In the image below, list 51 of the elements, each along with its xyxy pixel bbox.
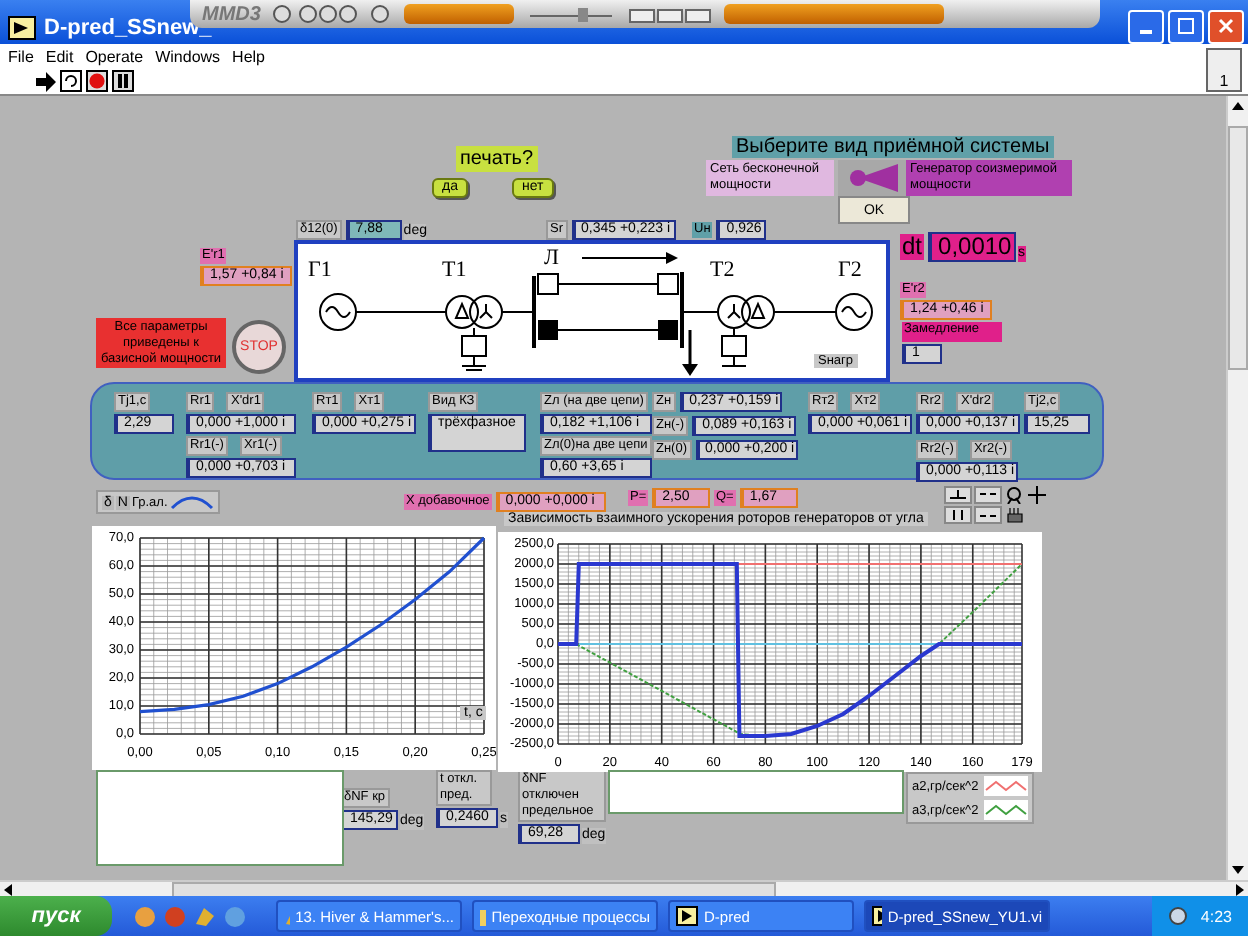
- stop-icon[interactable]: [86, 70, 108, 92]
- clock: 4:23: [1200, 907, 1232, 925]
- load-arrow: [682, 330, 698, 376]
- horizontal-scrollbar[interactable]: [0, 880, 1248, 896]
- numeric-field[interactable]: 0,0010: [928, 232, 1017, 262]
- tray-icon[interactable]: [1168, 906, 1189, 926]
- field-label: dt: [900, 234, 925, 260]
- quick-launch-icon[interactable]: [194, 905, 216, 927]
- scheme-label: Г1: [308, 258, 332, 282]
- x-format-icon[interactable]: [974, 486, 1002, 504]
- display-panel: [404, 4, 515, 24]
- vi-icon: [872, 906, 882, 926]
- line-style-icon: [984, 800, 1029, 820]
- pause-icon[interactable]: [112, 70, 134, 92]
- menu-item[interactable]: Operate: [85, 47, 144, 65]
- scheme-label: Т2: [710, 258, 735, 282]
- scheme-label: Л: [544, 246, 559, 270]
- page-indicator[interactable]: 1: [1206, 48, 1242, 92]
- vi-icon: [676, 906, 698, 926]
- mode-buttons-icon: [628, 4, 713, 24]
- folder-icon: [480, 907, 486, 925]
- y-scale-icon[interactable]: [944, 506, 972, 524]
- menu-item[interactable]: File: [8, 47, 34, 65]
- vi-icon: [8, 15, 36, 39]
- volume-slider-icon: [526, 4, 617, 24]
- vertical-scrollbar[interactable]: [1226, 96, 1248, 880]
- menu-item[interactable]: Windows: [155, 47, 221, 65]
- x-scale-icon[interactable]: [944, 486, 972, 504]
- close-icon: [1218, 18, 1234, 34]
- maximize-icon: [1178, 18, 1194, 34]
- power-flow-arrow: [581, 252, 678, 264]
- system-choice-title: Выберите вид приёмной системы: [732, 136, 1054, 158]
- crosshair-icon[interactable]: [1028, 486, 1046, 504]
- toggle-switch[interactable]: [838, 160, 906, 196]
- scheme-label: Т1: [442, 258, 467, 282]
- menu-item[interactable]: Help: [232, 47, 265, 65]
- print-prompt: печать?: [456, 146, 538, 172]
- run-arrow-icon[interactable]: [36, 71, 56, 91]
- grounding-icon: [721, 327, 747, 367]
- run-continuously-icon[interactable]: [60, 70, 82, 92]
- minimize-button[interactable]: [1128, 9, 1164, 43]
- zoom-icon[interactable]: [1004, 486, 1026, 504]
- line-style-icon: [984, 776, 1029, 796]
- menu-item[interactable]: Edit: [45, 47, 74, 65]
- close-button[interactable]: [1208, 9, 1244, 43]
- line-style-icon: [169, 492, 214, 512]
- scheme-label: Г2: [838, 258, 862, 282]
- grounding-icon: [461, 327, 487, 371]
- y-format-icon[interactable]: [974, 506, 1002, 524]
- playback-controls-icon: [272, 4, 393, 24]
- maximize-button[interactable]: [1168, 9, 1204, 43]
